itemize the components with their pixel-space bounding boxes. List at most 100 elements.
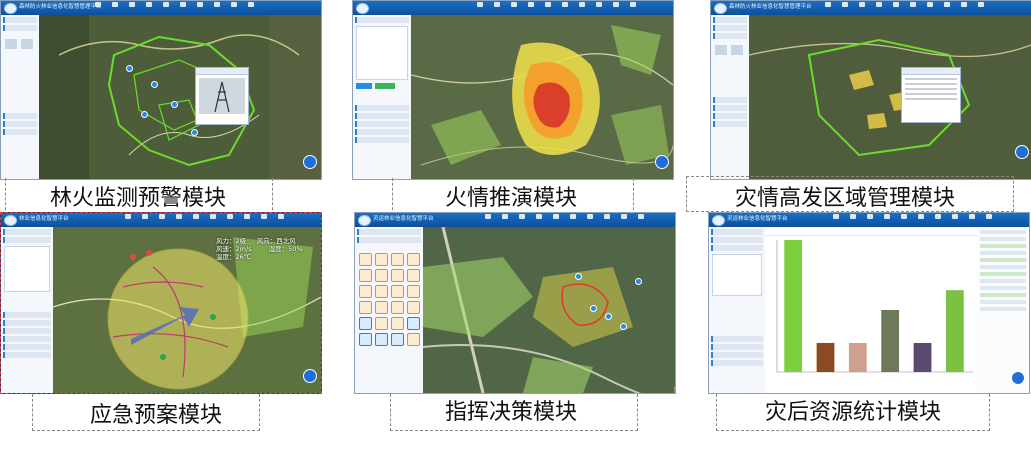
monitor-point-icon[interactable]: [151, 81, 158, 88]
sidebar-item[interactable]: [3, 113, 37, 119]
sidebar-item[interactable]: [711, 352, 763, 358]
sidebar-item[interactable]: [355, 129, 409, 135]
sidebar-item[interactable]: [3, 320, 51, 326]
sidebar-item[interactable]: [3, 352, 51, 358]
tent-icon[interactable]: [359, 317, 372, 330]
sidebar-item[interactable]: [713, 105, 747, 111]
nav-menu[interactable]: [121, 214, 287, 220]
sidebar-item[interactable]: [711, 229, 763, 235]
area-info-popup[interactable]: [901, 67, 961, 123]
satellite-map[interactable]: [423, 227, 675, 393]
arrow-curve-icon[interactable]: [391, 269, 404, 282]
satellite-map[interactable]: [749, 15, 1031, 179]
ruler-icon[interactable]: [731, 45, 743, 55]
flag-icon[interactable]: [359, 301, 372, 314]
start-button[interactable]: [356, 83, 372, 89]
arrow-up-icon[interactable]: [375, 253, 388, 266]
marker-icon[interactable]: [605, 313, 612, 320]
helicopter-icon[interactable]: [375, 333, 388, 346]
location-button[interactable]: [1015, 145, 1029, 159]
camera-popup[interactable]: [195, 67, 249, 125]
filter-form[interactable]: [712, 254, 762, 296]
simulate-button[interactable]: [375, 83, 395, 89]
sidebar-item[interactable]: [3, 25, 37, 31]
popup-tabs[interactable]: [902, 68, 960, 75]
flag-icon[interactable]: [407, 317, 420, 330]
sidebar-item[interactable]: [3, 237, 51, 243]
bar[interactable]: [945, 290, 964, 372]
circle-icon[interactable]: [375, 301, 388, 314]
location-button[interactable]: [655, 155, 669, 169]
popup-tabs[interactable]: [196, 68, 248, 75]
arrow-up-icon[interactable]: [407, 253, 420, 266]
sidebar-item[interactable]: [355, 105, 409, 111]
eraser-icon[interactable]: [5, 39, 17, 49]
sidebar-item[interactable]: [3, 121, 37, 127]
sidebar-item[interactable]: [713, 33, 747, 39]
arrow-double-icon[interactable]: [391, 285, 404, 298]
arrow-left-icon[interactable]: [359, 269, 372, 282]
location-button[interactable]: [303, 369, 317, 383]
nav-menu[interactable]: [473, 2, 639, 8]
bar[interactable]: [784, 240, 803, 372]
sidebar-item[interactable]: [713, 25, 747, 31]
nav-item-icon[interactable]: [91, 2, 104, 8]
satellite-map[interactable]: [39, 15, 321, 179]
marker-icon[interactable]: [635, 278, 642, 285]
sidebar-item[interactable]: [713, 17, 747, 23]
circle-icon[interactable]: [391, 301, 404, 314]
monitor-point-icon[interactable]: [126, 65, 133, 72]
bar[interactable]: [913, 342, 932, 372]
arrow-up-icon[interactable]: [359, 253, 372, 266]
sidebar-item[interactable]: [3, 17, 37, 23]
sidebar-item[interactable]: [711, 360, 763, 366]
marker-icon[interactable]: [620, 323, 627, 330]
sidebar-item[interactable]: [3, 129, 37, 135]
bar[interactable]: [881, 309, 900, 372]
sidebar-item[interactable]: [713, 97, 747, 103]
bar[interactable]: [848, 342, 867, 372]
ruler-icon[interactable]: [21, 39, 33, 49]
bar[interactable]: [816, 342, 835, 372]
nav-menu[interactable]: [481, 214, 647, 220]
arrow-curve-icon[interactable]: [407, 269, 420, 282]
marker-icon[interactable]: [575, 273, 582, 280]
arrow-double-icon[interactable]: [407, 285, 420, 298]
sidebar-item[interactable]: [711, 336, 763, 342]
sidebar-item[interactable]: [3, 344, 51, 350]
sidebar-item[interactable]: [711, 237, 763, 243]
nav-menu[interactable]: [91, 2, 257, 8]
nav-menu[interactable]: [821, 2, 987, 8]
sidebar-item[interactable]: [355, 137, 409, 143]
monitor-point-icon[interactable]: [141, 111, 148, 118]
sidebar-item[interactable]: [713, 113, 747, 119]
chart-toolbar[interactable]: [765, 227, 977, 236]
arrow-double-icon[interactable]: [359, 285, 372, 298]
tool-icon[interactable]: [407, 333, 420, 346]
water-icon[interactable]: [359, 333, 372, 346]
vehicle-icon[interactable]: [391, 333, 404, 346]
sidebar-item[interactable]: [3, 229, 51, 235]
sidebar-item[interactable]: [3, 336, 51, 342]
sidebar-item[interactable]: [3, 328, 51, 334]
nav-menu[interactable]: [829, 214, 995, 220]
arrow-up-icon[interactable]: [391, 253, 404, 266]
arrow-double-icon[interactable]: [375, 285, 388, 298]
fire-icon[interactable]: [375, 317, 388, 330]
monitor-point-icon[interactable]: [191, 129, 198, 136]
sidebar-item[interactable]: [3, 312, 51, 318]
arrow-curve-icon[interactable]: [375, 269, 388, 282]
satellite-map[interactable]: [411, 15, 673, 179]
parameter-form[interactable]: [356, 26, 408, 80]
monitor-point-icon[interactable]: [171, 101, 178, 108]
eraser-icon[interactable]: [715, 45, 727, 55]
location-button[interactable]: [1011, 371, 1025, 385]
arrow-icon[interactable]: [407, 301, 420, 314]
sidebar-item[interactable]: [711, 344, 763, 350]
sidebar-item[interactable]: [357, 237, 421, 243]
sidebar-item[interactable]: [711, 245, 763, 251]
truck-icon[interactable]: [391, 317, 404, 330]
plan-tree[interactable]: [4, 246, 50, 292]
marker-icon[interactable]: [590, 305, 597, 312]
sidebar-item[interactable]: [357, 229, 421, 235]
